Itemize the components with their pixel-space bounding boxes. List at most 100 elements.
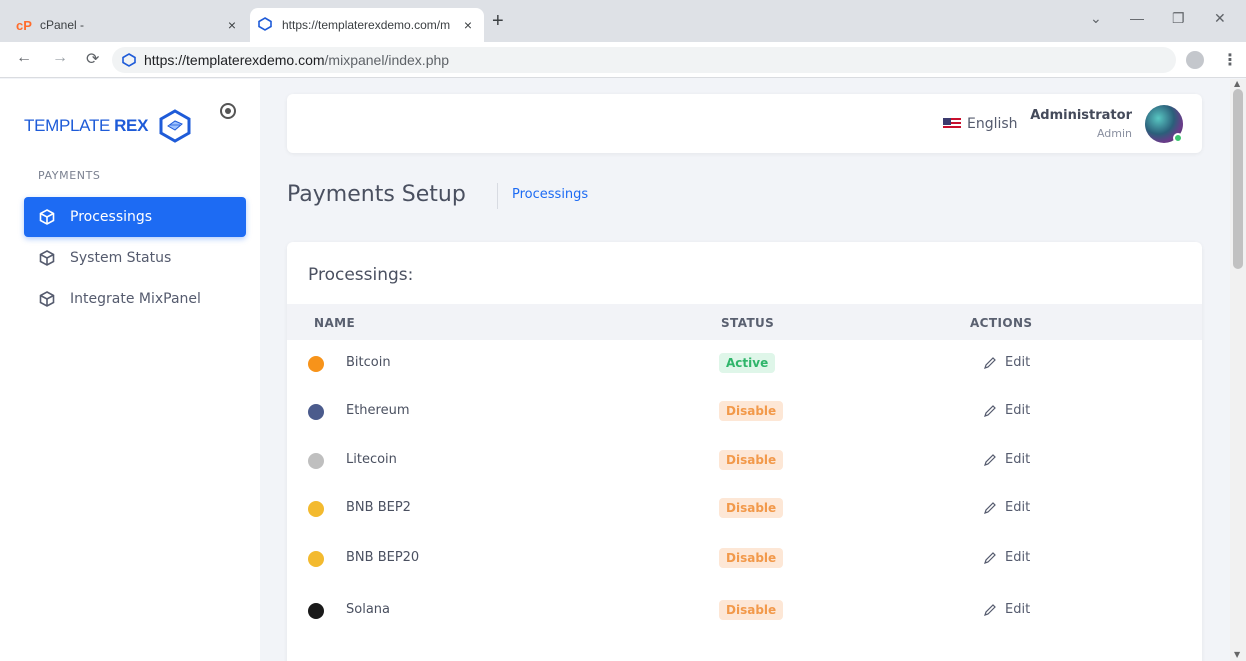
forward-icon[interactable]: → [52,49,68,67]
litecoin-icon [308,453,324,469]
main-content: English Administrator Admin Payments Set… [260,79,1228,661]
table-row: BNB BEP20 Disable Edit [287,535,1202,583]
browser-toolbar: ← → ⟳ https://templaterexdemo.com/mixpan… [0,42,1246,78]
pencil-icon [984,453,996,466]
tab-search-icon[interactable]: ⌄ [1090,10,1102,27]
address-bar[interactable]: https://templaterexdemo.com/mixpanel/ind… [112,47,1176,73]
card-title: Processings: [308,265,414,285]
scroll-up-icon[interactable]: ▲ [1234,79,1240,88]
scroll-thumb[interactable] [1233,89,1243,269]
bnb-bep20-icon [308,551,324,567]
column-header-status: STATUS [721,316,775,330]
tab-title: https://templaterexdemo.com/m [282,18,451,32]
online-status-icon [1173,133,1183,143]
sidebar-item-label: System Status [70,250,172,266]
close-window-button[interactable]: ✕ [1214,10,1226,27]
edit-button[interactable]: Edit [983,602,1030,617]
url-host: https://templaterexdemo.com [144,52,325,68]
browser-tab-templaterex[interactable]: https://templaterexdemo.com/m × [250,8,484,42]
browser-tab-cpanel[interactable]: cP cPanel - × [16,8,248,42]
sidebar-item-label: Integrate MixPanel [70,291,201,307]
cube-icon [39,291,55,307]
brand-logo[interactable]: TEMPLATE REX [24,109,192,143]
edit-label: Edit [1005,550,1031,565]
cube-icon [39,209,55,225]
status-badge: Disable [719,548,784,568]
edit-label: Edit [1005,355,1031,370]
tab-title: cPanel - [40,18,85,32]
brand-text-part1: TEMPLATE [24,116,111,135]
close-tab-icon[interactable]: × [228,17,236,33]
coin-name: Litecoin [346,452,397,467]
status-badge: Disable [719,401,784,421]
us-flag-icon [943,118,961,130]
brand-hexagon-icon [159,109,191,143]
coin-name: Ethereum [346,403,410,418]
status-badge: Disable [719,498,784,518]
minimize-button[interactable]: — [1130,10,1144,26]
ethereum-icon [308,404,324,420]
title-divider [497,183,498,209]
column-header-name: NAME [314,316,356,330]
browser-tab-bar: cP cPanel - × https://templaterexdemo.co… [0,0,1246,42]
coin-name: BNB BEP2 [346,500,411,515]
sidebar-item-integrate-mixpanel[interactable]: Integrate MixPanel [24,279,246,319]
language-selector[interactable]: English [943,116,1018,132]
back-icon[interactable]: ← [16,49,32,67]
pencil-icon [984,356,996,369]
restore-button[interactable]: ❐ [1172,10,1185,27]
table-row: Bitcoin Active Edit [287,340,1202,388]
edit-button[interactable]: Edit [983,500,1030,515]
sidebar-item-processings[interactable]: Processings [24,197,246,237]
sidebar: TEMPLATE REX PAYMENTS Processings System… [0,79,260,661]
bnb-bep2-icon [308,501,324,517]
sidebar-toggle-icon[interactable] [220,103,236,119]
cube-icon [39,250,55,266]
table-row: BNB BEP2 Disable Edit [287,485,1202,533]
solana-icon [308,603,324,619]
page-title: Payments Setup [287,182,466,207]
scroll-down-icon[interactable]: ▼ [1234,650,1240,659]
table-row: Ethereum Disable Edit [287,388,1202,436]
coin-name: BNB BEP20 [346,550,420,565]
close-tab-icon[interactable]: × [464,17,472,33]
table-header: NAME STATUS ACTIONS [287,304,1202,340]
site-favicon-icon [122,53,136,67]
coin-name: Bitcoin [346,355,391,370]
edit-label: Edit [1005,500,1031,515]
bitcoin-icon [308,356,324,372]
language-label: English [967,116,1018,132]
status-badge: Active [719,353,776,373]
template-rex-favicon-icon [258,16,276,34]
cpanel-icon: cP [16,17,32,33]
sidebar-item-label: Processings [70,209,153,225]
section-label: PAYMENTS [38,169,101,182]
reload-icon[interactable]: ⟳ [86,49,99,69]
page-scrollbar[interactable]: ▲ ▼ [1230,79,1246,661]
user-role: Admin [1096,127,1132,140]
browser-menu-icon[interactable]: ⋮ [1222,50,1238,69]
sidebar-item-system-status[interactable]: System Status [24,238,246,278]
table-row: Solana Disable Edit [287,587,1202,635]
edit-button[interactable]: Edit [983,550,1030,565]
coin-name: Solana [346,602,390,617]
new-tab-button[interactable]: + [492,11,504,31]
pencil-icon [984,551,996,564]
url-path: /mixpanel/index.php [324,52,450,68]
edit-button[interactable]: Edit [983,403,1030,418]
brand-text-part2: REX [114,116,149,135]
top-header: English Administrator Admin [287,94,1202,153]
table-row: Litecoin Disable Edit [287,437,1202,485]
edit-label: Edit [1005,452,1031,467]
edit-label: Edit [1005,602,1031,617]
processings-card: Processings: NAME STATUS ACTIONS Bitcoin… [287,242,1202,661]
edit-button[interactable]: Edit [983,355,1030,370]
breadcrumb[interactable]: Processings [512,187,588,202]
status-badge: Disable [719,600,784,620]
status-badge: Disable [719,450,784,470]
profile-icon[interactable] [1186,51,1204,69]
edit-button[interactable]: Edit [983,452,1030,467]
edit-label: Edit [1005,403,1031,418]
column-header-actions: ACTIONS [970,316,1033,330]
user-name[interactable]: Administrator [1030,108,1132,123]
